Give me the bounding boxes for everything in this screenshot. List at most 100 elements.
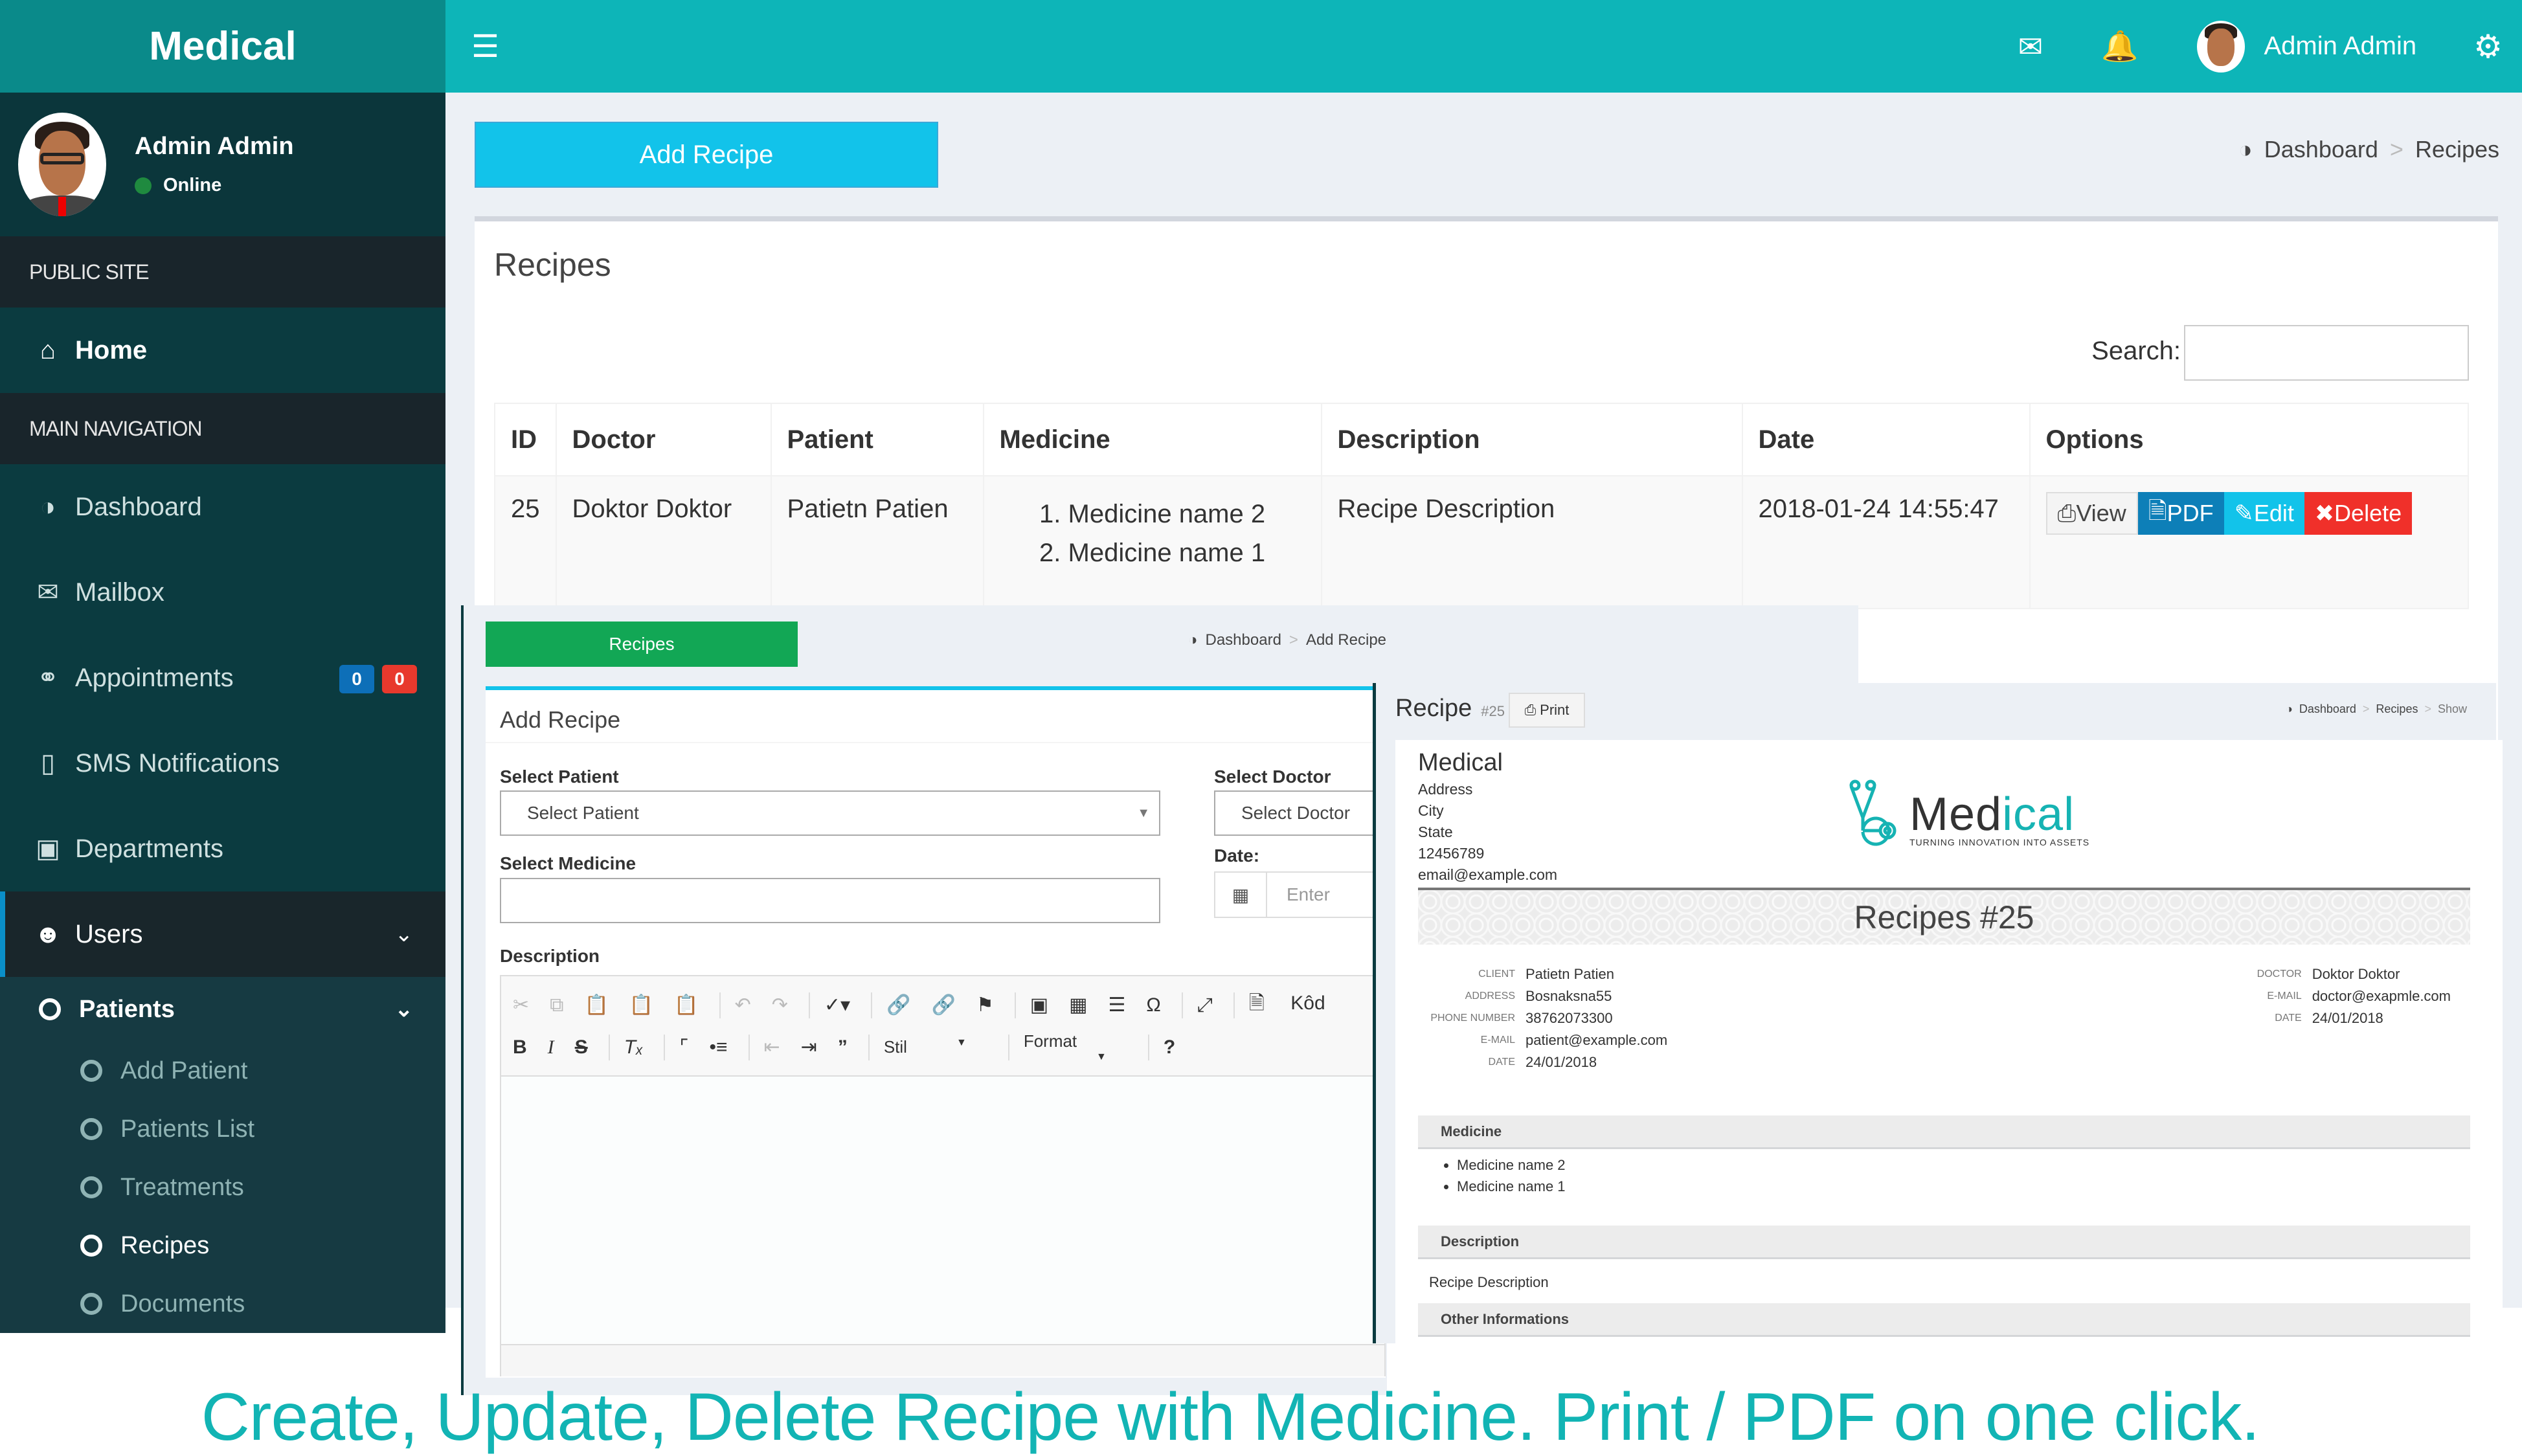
select-medicine-input[interactable]: [500, 878, 1160, 923]
col-id[interactable]: ID: [494, 403, 557, 476]
col-options: Options: [2029, 403, 2469, 476]
appointments-badge-blue: 0: [339, 665, 374, 693]
anchor-flag-icon[interactable]: ⚑: [976, 994, 994, 1016]
recipe-view-breadcrumb: ◑ Dashboard > Recipes > Show: [2285, 702, 2467, 716]
select-patient-dropdown[interactable]: Select Patient ▼: [500, 790, 1160, 836]
spellcheck-icon[interactable]: ✓▾: [824, 994, 850, 1016]
remove-format-icon[interactable]: Tₓ: [624, 1036, 644, 1058]
sidebar-item-patients-list[interactable]: Patients List: [0, 1100, 445, 1158]
topbar-user-name[interactable]: Admin Admin: [2264, 32, 2417, 61]
sidebar-item-patients[interactable]: Patients ⌄: [0, 977, 445, 1042]
col-medicine[interactable]: Medicine: [982, 403, 1322, 476]
col-date[interactable]: Date: [1741, 403, 2031, 476]
sidebar-item-home[interactable]: ⌂ Home: [0, 308, 445, 393]
breadcrumb-dashboard[interactable]: Dashboard: [2299, 702, 2356, 716]
nav-header-public: PUBLIC SITE: [0, 236, 445, 308]
sidebar-item-users[interactable]: ☻ Users ⌄: [0, 891, 445, 977]
outdent-icon[interactable]: ⇤: [764, 1036, 780, 1058]
copy-icon[interactable]: ⧉: [550, 994, 563, 1016]
rich-text-editor: ✂ ⧉ 📋 📋 📋 ↶ ↷ ✓▾ 🔗 🔗 ⚑ ▣ ▦ ☰ Ω ⤢ 🗎 Kôd B…: [500, 975, 1386, 1376]
delete-button[interactable]: ✖ Delete: [2304, 492, 2413, 535]
gears-icon[interactable]: ⚙: [2473, 28, 2503, 65]
table-icon[interactable]: ▦: [1069, 994, 1087, 1016]
numbered-list-icon[interactable]: ⌜: [679, 1036, 688, 1058]
sidebar-item-appointments[interactable]: ⚭ Appointments 0 0: [0, 635, 445, 721]
sidebar-item-mailbox[interactable]: ✉ Mailbox: [0, 550, 445, 635]
circle-icon: [80, 1118, 102, 1140]
unlink-icon[interactable]: 🔗: [931, 994, 955, 1016]
paste-word-icon[interactable]: 📋: [674, 994, 698, 1016]
recipes-button[interactable]: Recipes: [486, 622, 798, 667]
edit-button[interactable]: ✎ Edit: [2224, 492, 2304, 535]
envelope-icon[interactable]: ✉: [2018, 29, 2043, 64]
italic-icon[interactable]: I: [548, 1036, 554, 1058]
users-submenu: Patients ⌄ Add Patient Patients List Tre…: [0, 977, 445, 1333]
breadcrumb-separator: >: [1289, 631, 1298, 649]
file-pdf-icon: 🗎: [2148, 497, 2167, 524]
circle-icon: [39, 998, 61, 1020]
breadcrumb-recipes[interactable]: Recipes: [2376, 702, 2418, 716]
source-button[interactable]: 🗎 Kôd: [1249, 989, 1346, 1022]
print-icon: ⎙: [1524, 702, 1537, 718]
edit-icon: ✎: [2234, 500, 2254, 526]
view-button[interactable]: ⎙ View: [2045, 492, 2138, 535]
sidebar-item-sms[interactable]: ▯ SMS Notifications: [0, 721, 445, 806]
sidebar-item-add-patient[interactable]: Add Patient: [0, 1042, 445, 1100]
bold-icon[interactable]: B: [513, 1036, 527, 1058]
sidebar-item-departments[interactable]: ▣ Departments: [0, 806, 445, 891]
breadcrumb-dashboard[interactable]: Dashboard: [1206, 631, 1281, 649]
bell-icon[interactable]: 🔔: [2101, 28, 2138, 64]
search-input[interactable]: [2184, 325, 2469, 381]
medicine-item: Medicine name 2: [1457, 1154, 1566, 1176]
circle-icon: [80, 1060, 102, 1082]
col-patient[interactable]: Patient: [770, 403, 984, 476]
strike-icon[interactable]: S: [575, 1036, 588, 1058]
circle-icon: [80, 1235, 102, 1257]
style-dropdown[interactable]: Stil ▼: [884, 1037, 987, 1057]
redo-icon[interactable]: ↷: [772, 994, 788, 1016]
editor-content-area[interactable]: [501, 1077, 1384, 1344]
link-icon[interactable]: 🔗: [886, 994, 910, 1016]
add-recipe-button[interactable]: Add Recipe: [475, 122, 938, 188]
feature-caption: Create, Update, Delete Recipe with Medic…: [201, 1380, 2260, 1455]
medicine-item: Medicine name 2: [1068, 495, 1305, 533]
col-doctor[interactable]: Doctor: [555, 403, 772, 476]
special-char-icon[interactable]: Ω: [1146, 994, 1160, 1016]
paste-text-icon[interactable]: 📋: [629, 994, 653, 1016]
topbar-avatar[interactable]: [2196, 20, 2245, 73]
print-button[interactable]: ⎙ Print: [1509, 693, 1585, 728]
stethoscope-icon: [1849, 779, 1897, 846]
help-icon[interactable]: ?: [1164, 1036, 1175, 1058]
image-icon[interactable]: ▣: [1030, 994, 1048, 1016]
cell-doctor: Doktor Doktor: [555, 475, 772, 609]
indent-icon[interactable]: ⇥: [801, 1036, 817, 1058]
breadcrumb-dashboard[interactable]: Dashboard: [2264, 136, 2378, 163]
paste-icon[interactable]: 📋: [585, 994, 609, 1016]
sidebar-item-dashboard[interactable]: ◑ Dashboard: [0, 464, 445, 550]
sidebar-item-documents[interactable]: Documents: [0, 1275, 445, 1333]
format-dropdown[interactable]: Format ▼: [1024, 1031, 1127, 1063]
blockquote-icon[interactable]: ”: [838, 1036, 848, 1058]
bulleted-list-icon[interactable]: •≡: [710, 1036, 728, 1058]
app-logo[interactable]: Medical: [0, 0, 445, 93]
cut-icon[interactable]: ✂: [513, 994, 529, 1016]
handshake-icon: ⚭: [37, 664, 59, 692]
table-row: 25 Doktor Doktor Patietn Patien Medicine…: [494, 475, 2469, 609]
description-label: Description: [500, 946, 600, 966]
home-icon: ⌂: [39, 335, 56, 364]
recipe-view-screenshot: Recipe #25 ⎙ Print ◑ Dashboard > Recipes…: [1373, 683, 2503, 1349]
user-name: Admin Admin: [135, 133, 294, 160]
menu-toggle-icon[interactable]: ☰: [471, 28, 499, 65]
col-description[interactable]: Description: [1320, 403, 1743, 476]
dashboard-icon: ◑: [2285, 702, 2293, 715]
sidebar-item-recipes[interactable]: Recipes: [0, 1216, 445, 1275]
editor-resize-bar[interactable]: [501, 1344, 1384, 1376]
user-panel: Admin Admin Online: [0, 93, 445, 236]
section-medicine: Medicine: [1418, 1115, 2470, 1149]
sidebar-item-treatments[interactable]: Treatments: [0, 1158, 445, 1216]
pdf-button[interactable]: 🗎 PDF: [2137, 492, 2224, 535]
horizontal-line-icon[interactable]: ☰: [1108, 994, 1125, 1016]
undo-icon[interactable]: ↶: [735, 994, 751, 1016]
breadcrumb-recipes: Recipes: [2415, 136, 2499, 162]
maximize-icon[interactable]: ⤢: [1197, 994, 1213, 1016]
